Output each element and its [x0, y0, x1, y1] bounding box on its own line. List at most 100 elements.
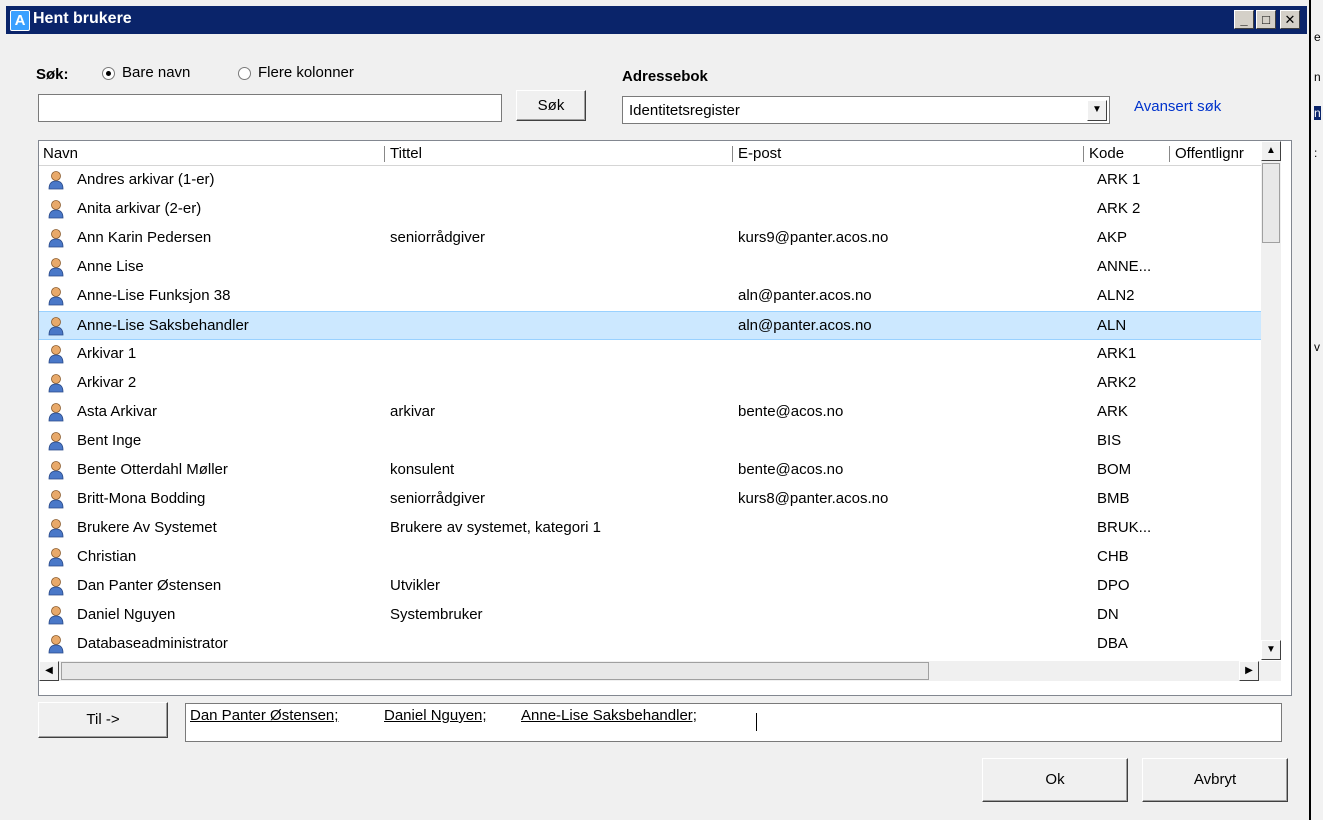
cell-name: Anne Lise	[77, 258, 144, 275]
ok-button[interactable]: Ok	[982, 758, 1128, 802]
user-icon	[48, 490, 64, 509]
table-row[interactable]: Anita arkivar (2-er) ARK 2	[39, 195, 1261, 224]
cell-name: Asta Arkivar	[77, 403, 158, 420]
cell-code: CHB	[1097, 548, 1129, 565]
table-row[interactable]: Bente Otterdahl Møller konsulent bente@aco…	[39, 456, 1261, 485]
cell-code: ANNE...	[1097, 258, 1152, 275]
recipient-item[interactable]: Anne-Lise Saksbehandler;	[521, 707, 697, 724]
table-row[interactable]: Bent Inge BIS	[39, 427, 1261, 456]
search-input[interactable]	[38, 94, 502, 122]
cell-code: AKP	[1097, 229, 1128, 246]
recipient-item[interactable]: Dan Panter Østensen;	[190, 707, 338, 724]
cell-title: Brukere av systemet, kategori 1	[390, 519, 601, 536]
recipient-item[interactable]: Daniel Nguyen;	[384, 707, 487, 724]
user-icon	[48, 345, 64, 364]
cell-code: ARK	[1097, 403, 1128, 420]
cell-code: DN	[1097, 606, 1119, 623]
user-icon	[48, 461, 64, 480]
cell-code: BMB	[1097, 490, 1130, 507]
cell-code: DPO	[1097, 577, 1130, 594]
scroll-right-icon[interactable]: ▶	[1239, 661, 1259, 681]
table-row[interactable]: Anne Lise ANNE...	[39, 253, 1261, 282]
user-icon	[48, 374, 64, 393]
search-label: Søk:	[36, 66, 69, 83]
column-header-navn[interactable]: Navn	[43, 145, 78, 162]
addressbook-selected-value: Identitetsregister	[629, 102, 740, 119]
table-row[interactable]: Dan Panter Østensen Utvikler DPO	[39, 572, 1261, 601]
advanced-search-link[interactable]: Avansert søk	[1134, 98, 1221, 115]
cell-name: Bente Otterdahl Møller	[77, 461, 228, 478]
horizontal-scrollbar[interactable]: ◀ ▶	[39, 661, 1281, 681]
background-window-edge: e n n : v	[1309, 0, 1323, 820]
horizontal-scroll-thumb[interactable]	[61, 662, 929, 680]
recipients-field[interactable]: Dan Panter Østensen; Daniel Nguyen; Anne…	[185, 703, 1282, 742]
close-button[interactable]: ✕	[1280, 10, 1300, 29]
table-row[interactable]: Andres arkivar (1-er) ARK 1	[39, 166, 1261, 195]
cell-code: BOM	[1097, 461, 1132, 478]
maximize-button[interactable]: □	[1256, 10, 1276, 29]
list-header: Navn Tittel E-post Kode Offentlignr	[39, 141, 1261, 166]
table-row[interactable]: Arkivar 1 ARK1	[39, 340, 1261, 369]
table-row[interactable]: Arkivar 2 ARK2	[39, 369, 1261, 398]
radio-bare-navn[interactable]	[102, 67, 115, 80]
cell-email: kurs8@panter.acos.no	[738, 490, 889, 507]
cell-name: Britt-Mona Bodding	[77, 490, 206, 507]
cell-name: Andres arkivar (1-er)	[77, 171, 215, 188]
table-row[interactable]: Britt-Mona Bodding seniorrådgiver kurs8@pa…	[39, 485, 1261, 514]
column-header-kode[interactable]: Kode	[1089, 145, 1124, 162]
hent-brukere-dialog: A Hent brukere _ □ ✕ Søk: Bare navn Fler…	[0, 0, 1309, 820]
user-icon	[48, 548, 64, 567]
text-caret	[756, 713, 757, 731]
cell-email: bente@acos.no	[738, 403, 844, 420]
table-row[interactable]: Anne-Lise Saksbehandler aln@panter.acos.n…	[39, 311, 1261, 340]
table-row[interactable]: Brukere Av Systemet Brukere av systemet, …	[39, 514, 1261, 543]
minimize-button[interactable]: _	[1234, 10, 1254, 29]
user-list: Navn Tittel E-post Kode Offentlignr Andr…	[38, 140, 1292, 696]
table-row[interactable]: Asta Arkivar arkivar bente@acos.no ARK	[39, 398, 1261, 427]
cell-name: Arkivar 2	[77, 374, 137, 391]
cell-name: Anne-Lise Saksbehandler	[77, 317, 249, 334]
vertical-scroll-thumb[interactable]	[1262, 163, 1280, 243]
table-row[interactable]: Anne-Lise Funksjon 38 aln@panter.acos.no A…	[39, 282, 1261, 311]
cell-email: aln@panter.acos.no	[738, 287, 872, 304]
table-row[interactable]: Daniel Nguyen Systembruker DN	[39, 601, 1261, 630]
column-header-offentlignr[interactable]: Offentlignr	[1175, 145, 1261, 162]
table-row[interactable]: Christian CHB	[39, 543, 1261, 572]
cell-title: arkivar	[390, 403, 436, 420]
user-icon	[48, 403, 64, 422]
user-icon	[48, 171, 64, 190]
cell-code: ALN2	[1097, 287, 1135, 304]
cell-name: Ann Karin Pedersen	[77, 229, 212, 246]
scroll-down-icon[interactable]: ▼	[1261, 640, 1281, 660]
radio-flere-kolonner[interactable]	[238, 67, 251, 80]
table-row[interactable]: Databaseadministrator DBA	[39, 630, 1261, 659]
column-header-epost[interactable]: E-post	[738, 145, 781, 162]
to-button[interactable]: Til ->	[38, 702, 168, 738]
cell-code: ALN	[1097, 317, 1127, 334]
addressbook-label: Adressebok	[622, 68, 708, 85]
addressbook-select[interactable]: Identitetsregister ▼	[622, 96, 1110, 124]
cell-name: Anita arkivar (2-er)	[77, 200, 202, 217]
cell-code: BRUK...	[1097, 519, 1152, 536]
user-icon	[48, 317, 64, 336]
cell-email: kurs9@panter.acos.no	[738, 229, 889, 246]
cell-title: Utvikler	[390, 577, 441, 594]
search-button[interactable]: Søk	[516, 90, 586, 121]
user-icon	[48, 606, 64, 625]
cell-name: Brukere Av Systemet	[77, 519, 217, 536]
cell-title: seniorrådgiver	[390, 490, 486, 507]
scroll-left-icon[interactable]: ◀	[39, 661, 59, 681]
cell-code: BIS	[1097, 432, 1122, 449]
cell-email: bente@acos.no	[738, 461, 844, 478]
column-header-tittel[interactable]: Tittel	[390, 145, 422, 162]
vertical-scrollbar[interactable]: ▲ ▼	[1261, 141, 1281, 660]
cell-name: Anne-Lise Funksjon 38	[77, 287, 231, 304]
cancel-button[interactable]: Avbryt	[1142, 758, 1288, 802]
scroll-up-icon[interactable]: ▲	[1261, 141, 1281, 161]
radio-flere-kolonner-label: Flere kolonner	[258, 64, 354, 81]
cell-email: aln@panter.acos.no	[738, 317, 872, 334]
chevron-down-icon[interactable]: ▼	[1087, 100, 1107, 121]
user-icon	[48, 258, 64, 277]
cell-code: ARK 1	[1097, 171, 1141, 188]
table-row[interactable]: Ann Karin Pedersen seniorrådgiver kurs9@pa…	[39, 224, 1261, 253]
